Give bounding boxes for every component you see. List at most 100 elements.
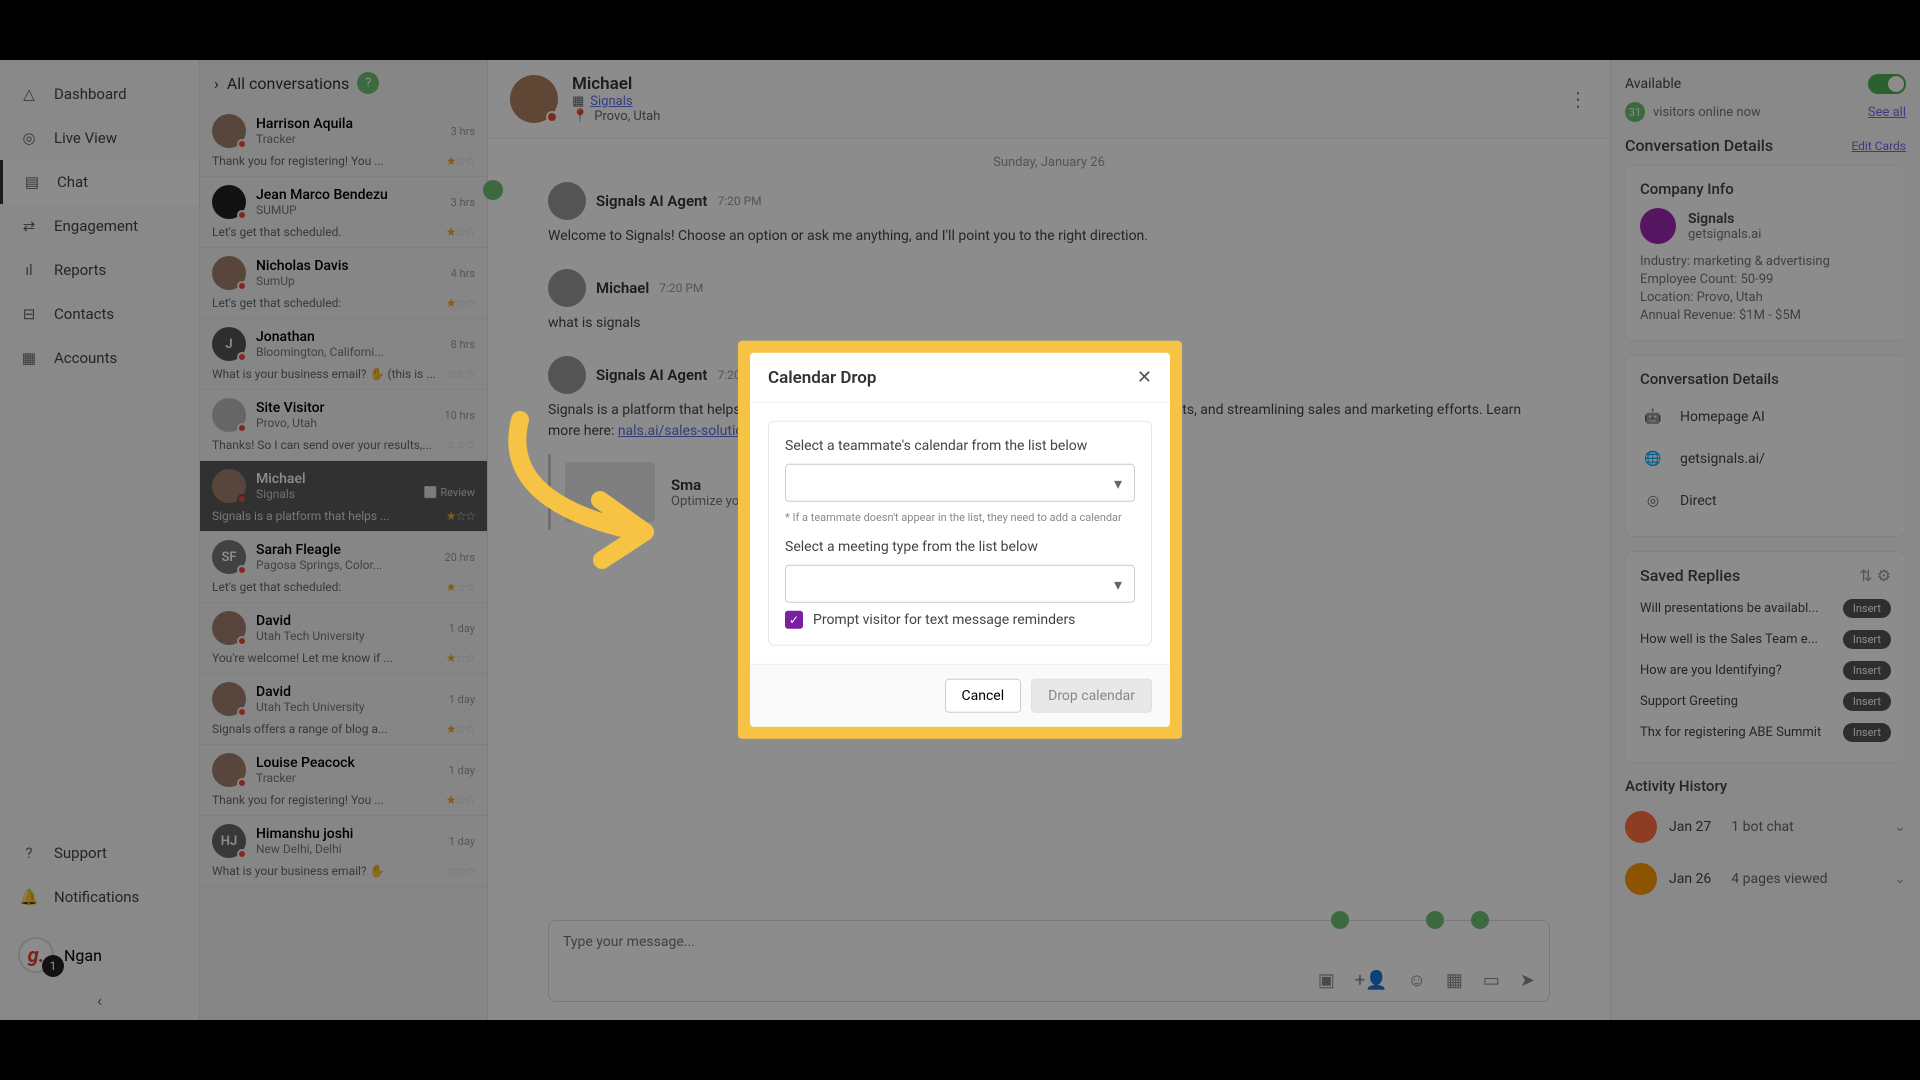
user-badge-count: 1 [42, 955, 64, 977]
insert-reply-button[interactable]: Insert [1843, 723, 1891, 742]
conversation-item[interactable]: DavidUtah Tech University 1 day Signals … [200, 674, 487, 745]
pin-icon: 📍 [572, 109, 588, 124]
detail-icon: 🤖 [1640, 404, 1666, 430]
add-person-icon[interactable]: +👤 [1355, 970, 1388, 991]
contact-org-link[interactable]: Signals [590, 94, 632, 109]
activity-date: Jan 27 [1669, 819, 1711, 835]
filter-icon[interactable]: ⇅ ⚙ [1859, 566, 1891, 585]
insert-reply-button[interactable]: Insert [1843, 599, 1891, 618]
activity-row[interactable]: Jan 271 bot chat⌄ [1625, 801, 1906, 853]
conversation-item[interactable]: Louise PeacockTracker 1 day Thank you fo… [200, 745, 487, 816]
send-icon[interactable]: ➤ [1520, 970, 1535, 991]
conversation-item[interactable]: Site VisitorProvo, Utah 10 hrs Thanks! S… [200, 390, 487, 461]
conversation-item[interactable]: HJ Himanshu joshiNew Delhi, Delhi 1 day … [200, 816, 487, 887]
notifications-icon: 🔔 [18, 886, 40, 908]
edit-cards-link[interactable]: Edit Cards [1851, 139, 1906, 153]
activity-row[interactable]: Jan 264 pages viewed⌄ [1625, 853, 1906, 905]
conv-avatar: HJ [212, 824, 246, 858]
nav-dashboard[interactable]: △Dashboard [0, 72, 199, 116]
nav-live-view[interactable]: ◎Live View [0, 116, 199, 160]
dashboard-icon: △ [18, 83, 40, 105]
chat-icon: ▤ [21, 171, 43, 193]
message-input[interactable] [563, 934, 1535, 950]
nav-accounts[interactable]: ▦Accounts [0, 336, 199, 380]
conv-details-subtitle: Conversation Details [1640, 370, 1891, 388]
teammate-select[interactable]: ▾ [785, 464, 1135, 502]
nav-support[interactable]: ?Support [0, 831, 199, 875]
nav-label: Reports [54, 261, 106, 279]
conv-time: 3 hrs [451, 125, 475, 138]
nav-label: Notifications [54, 888, 139, 906]
conv-preview: What is your business email? ✋ [212, 864, 385, 878]
live view-icon: ◎ [18, 127, 40, 149]
reply-text: Will presentations be availabl... [1640, 601, 1835, 616]
emoji-icon[interactable]: ☺ [1407, 970, 1425, 991]
conv-rating: ☆☆☆ [446, 438, 475, 452]
message-composer[interactable]: ▣ +👤 ☺ ▦ ▭ ➤ [548, 920, 1550, 1002]
conv-rating: ☆☆☆ [446, 864, 475, 878]
insert-reply-button[interactable]: Insert [1843, 661, 1891, 680]
message-author: Michael [596, 279, 649, 297]
collapse-nav-button[interactable]: ‹ [0, 981, 199, 1020]
status-bubble [1471, 911, 1489, 929]
availability-toggle[interactable] [1868, 74, 1906, 94]
teammate-select-label: Select a teammate's calendar from the li… [785, 438, 1135, 454]
reports-icon: ıl [18, 259, 40, 281]
video-icon[interactable]: ▣ [1318, 970, 1335, 991]
conv-name: David [256, 613, 439, 629]
nav-contacts[interactable]: ⊟Contacts [0, 292, 199, 336]
insert-reply-button[interactable]: Insert [1843, 630, 1891, 649]
conversation-item[interactable]: SF Sarah FleaglePagosa Springs, Color...… [200, 532, 487, 603]
detail-icon: ◎ [1640, 488, 1666, 514]
conversation-item[interactable]: Harrison AquilaTracker 3 hrs Thank you f… [200, 106, 487, 177]
drop-calendar-button[interactable]: Drop calendar [1031, 679, 1152, 713]
company-meta-row: Industry: marketing & advertising [1640, 254, 1891, 269]
engagement-icon: ⇄ [18, 215, 40, 237]
user-menu[interactable]: g. 1 Ngan [0, 929, 199, 981]
conversation-list: › All conversations ? Harrison AquilaTra… [200, 60, 488, 1020]
conv-name: Nicholas Davis [256, 258, 441, 274]
status-bubble [1426, 911, 1444, 929]
company-meta-row: Location: Provo, Utah [1640, 290, 1891, 305]
sms-reminder-checkbox[interactable]: ✓ Prompt visitor for text message remind… [785, 611, 1135, 629]
conv-preview: Signals is a platform that helps ... [212, 509, 390, 523]
reply-text: How are you Identifying? [1640, 663, 1835, 678]
nav-notifications[interactable]: 🔔 Notifications [0, 875, 199, 919]
details-panel: Available 31 visitors online now See all… [1610, 60, 1920, 1020]
chat-menu-button[interactable]: ⋮ [1568, 87, 1588, 111]
cancel-button[interactable]: Cancel [945, 679, 1022, 713]
meeting-type-select[interactable]: ▾ [785, 565, 1135, 603]
conversation-item[interactable]: Jean Marco BendezuSUMUP 3 hrs Let's get … [200, 177, 487, 248]
help-icon[interactable]: ? [357, 72, 379, 94]
conversation-item[interactable]: MichaelSignals ⬜ Review Signals is a pla… [200, 461, 487, 532]
conversation-item[interactable]: Nicholas DavisSumUp 4 hrs Let's get that… [200, 248, 487, 319]
conv-preview: Thank you for registering! You ... [212, 793, 384, 807]
note-icon[interactable]: ▭ [1483, 970, 1500, 991]
insert-reply-button[interactable]: Insert [1843, 692, 1891, 711]
nav-reports[interactable]: ıl Reports [0, 248, 199, 292]
see-all-visitors-link[interactable]: See all [1868, 105, 1906, 120]
nav-chat[interactable]: ▤Chat [0, 160, 199, 204]
date-divider: Sunday, January 26 [548, 155, 1550, 170]
conv-preview: You're welcome! Let me know if ... [212, 651, 393, 665]
conv-preview: Let's get that scheduled: [212, 580, 341, 594]
message-text: Welcome to Signals! Choose an option or … [548, 226, 1550, 247]
conv-time: 4 hrs [451, 267, 475, 280]
conv-rating: ☆☆☆ [446, 367, 475, 381]
modal-close-button[interactable]: ✕ [1137, 367, 1152, 388]
conv-preview: Let's get that scheduled. [212, 225, 342, 239]
status-bubble [1331, 911, 1349, 929]
conv-name: Sarah Fleagle [256, 542, 434, 558]
message-author: Signals AI Agent [596, 366, 707, 384]
nav-engagement[interactable]: ⇄Engagement [0, 204, 199, 248]
conv-preview: Signals offers a range of blog a... [212, 722, 387, 736]
conversation-list-header[interactable]: › All conversations ? [200, 60, 487, 106]
conversation-item[interactable]: DavidUtah Tech University 1 day You're w… [200, 603, 487, 674]
conversation-filter-label: All conversations [227, 74, 349, 93]
conversation-item[interactable]: J JonathanBloomington, Californi... 8 hr… [200, 319, 487, 390]
conv-time: 1 day [449, 693, 475, 706]
calendar-icon[interactable]: ▦ [1446, 970, 1463, 991]
detail-text: Direct [1680, 493, 1717, 509]
user-name: Ngan [64, 946, 102, 965]
saved-reply-row: How well is the Sales Team e...Insert [1640, 624, 1891, 655]
